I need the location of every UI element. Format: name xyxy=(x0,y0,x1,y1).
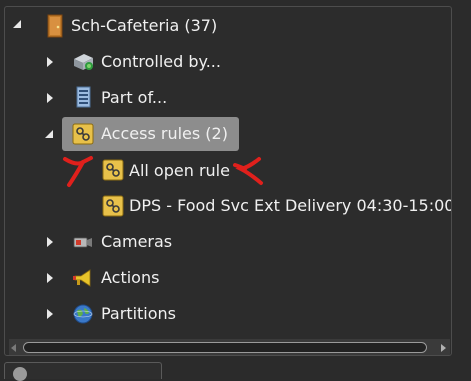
expanded-arrow-icon[interactable] xyxy=(13,20,23,30)
tree-node-label: Partitions xyxy=(101,304,177,323)
tree-node-sch-cafeteria[interactable]: Sch-Cafeteria (37) xyxy=(5,9,451,43)
tree-node-part-of[interactable]: Part of... xyxy=(5,81,451,115)
scroll-left-arrow-icon[interactable] xyxy=(11,344,16,352)
tree-node-label: Controlled by... xyxy=(101,52,221,71)
door-icon xyxy=(47,14,63,38)
expanded-arrow-icon[interactable] xyxy=(45,130,55,140)
collapsed-arrow-icon[interactable] xyxy=(47,57,55,67)
server-icon xyxy=(74,54,93,70)
collapsed-arrow-icon[interactable] xyxy=(47,309,55,319)
access-rule-icon xyxy=(102,195,124,217)
tree-node-dps-food-svc[interactable]: DPS - Food Svc Ext Delivery 04:30-15:00 xyxy=(5,189,452,223)
access-rule-icon xyxy=(72,123,94,145)
tree-node-label: Part of... xyxy=(101,88,168,107)
horizontal-scrollbar[interactable] xyxy=(9,339,450,355)
collapsed-arrow-icon[interactable] xyxy=(47,93,55,103)
collapsed-arrow-icon[interactable] xyxy=(47,273,55,283)
tree-node-label: DPS - Food Svc Ext Delivery 04:30-15:00 xyxy=(129,196,452,215)
globe-icon xyxy=(73,304,93,324)
tree-node-label: Actions xyxy=(101,268,160,287)
scrollbar-thumb[interactable] xyxy=(23,342,427,353)
red-x-annotation xyxy=(233,157,263,185)
tree-node-label: Cameras xyxy=(101,232,173,251)
tree-node-access-rules[interactable]: Access rules (2) xyxy=(5,117,451,151)
bottom-tab[interactable] xyxy=(4,362,162,381)
scroll-right-arrow-icon[interactable] xyxy=(441,344,446,352)
tree-node-partitions[interactable]: Partitions xyxy=(5,297,451,331)
tree-node-cameras[interactable]: Cameras xyxy=(5,225,451,259)
entity-tree-panel: Sch-Cafeteria (37) Controlled by... Part… xyxy=(4,6,452,356)
tab-icon xyxy=(13,367,27,381)
camera-icon xyxy=(73,237,92,248)
tree-node-label: Access rules (2) xyxy=(101,124,228,143)
tree-node-label: Sch-Cafeteria (37) xyxy=(71,16,218,35)
tree-node-actions[interactable]: Actions xyxy=(5,261,451,295)
red-x-annotation xyxy=(63,156,93,187)
megaphone-icon xyxy=(73,269,91,287)
access-rule-icon xyxy=(102,159,124,181)
collapsed-arrow-icon[interactable] xyxy=(47,237,55,247)
tree-node-controlled-by[interactable]: Controlled by... xyxy=(5,45,451,79)
tree-node-label: All open rule xyxy=(129,161,230,180)
building-icon xyxy=(76,86,91,108)
